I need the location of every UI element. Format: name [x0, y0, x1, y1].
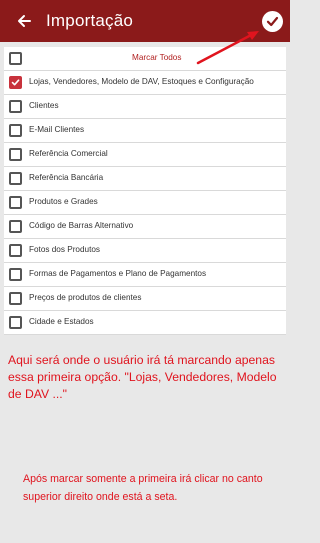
- list-item[interactable]: E-Mail Clientes: [4, 119, 286, 143]
- checkbox[interactable]: [9, 244, 22, 257]
- checkbox-checked[interactable]: [9, 76, 22, 89]
- confirm-button[interactable]: [262, 11, 283, 32]
- checkbox[interactable]: [9, 100, 22, 113]
- arrow-left-icon: [18, 15, 31, 27]
- select-all-checkbox[interactable]: [9, 52, 22, 65]
- annotation-note-2: Após marcar somente a primeira irá clica…: [23, 473, 263, 503]
- list-item-label: Formas de Pagamentos e Plano de Pagament…: [29, 269, 207, 278]
- list-item-label: Referência Bancária: [29, 173, 104, 182]
- select-all-row[interactable]: Marcar Todos: [4, 47, 286, 71]
- import-options-list: Marcar Todos Lojas, Vendedores, Modelo d…: [4, 47, 286, 335]
- check-circle-icon: [266, 16, 279, 27]
- list-item-label: Código de Barras Alternativo: [29, 221, 134, 230]
- list-item[interactable]: Código de Barras Alternativo: [4, 215, 286, 239]
- list-item-label: Clientes: [29, 101, 59, 110]
- checkbox[interactable]: [9, 148, 22, 161]
- list-item[interactable]: Fotos dos Produtos: [4, 239, 286, 263]
- list-item-label: Produtos e Grades: [29, 197, 98, 206]
- list-item-label: Preços de produtos de clientes: [29, 293, 142, 302]
- list-item-label: Referência Comercial: [29, 149, 108, 158]
- annotation-note-1: Aqui será onde o usuário irá tá marcando…: [8, 353, 277, 401]
- checkbox[interactable]: [9, 196, 22, 209]
- checkbox[interactable]: [9, 172, 22, 185]
- checkbox[interactable]: [9, 268, 22, 281]
- back-button[interactable]: [12, 9, 36, 33]
- list-item[interactable]: Cidade e Estados: [4, 311, 286, 335]
- list-item[interactable]: Preços de produtos de clientes: [4, 287, 286, 311]
- checkbox[interactable]: [9, 220, 22, 233]
- list-item[interactable]: Produtos e Grades: [4, 191, 286, 215]
- app-bar: Importação: [0, 0, 290, 42]
- select-all-label: Marcar Todos: [132, 53, 182, 62]
- list-item-label: Cidade e Estados: [29, 317, 94, 326]
- list-item-label: Fotos dos Produtos: [29, 245, 100, 254]
- checkbox[interactable]: [9, 316, 22, 329]
- list-item-label: E-Mail Clientes: [29, 125, 85, 134]
- list-item[interactable]: Referência Comercial: [4, 143, 286, 167]
- checkbox[interactable]: [9, 124, 22, 137]
- list-item[interactable]: Formas de Pagamentos e Plano de Pagament…: [4, 263, 286, 287]
- checkmark-icon: [11, 79, 20, 86]
- list-item[interactable]: Lojas, Vendedores, Modelo de DAV, Estoqu…: [4, 71, 286, 95]
- list-item[interactable]: Clientes: [4, 95, 286, 119]
- list-item-label: Lojas, Vendedores, Modelo de DAV, Estoqu…: [29, 77, 254, 86]
- list-item[interactable]: Referência Bancária: [4, 167, 286, 191]
- page-title: Importação: [46, 11, 134, 30]
- checkbox[interactable]: [9, 292, 22, 305]
